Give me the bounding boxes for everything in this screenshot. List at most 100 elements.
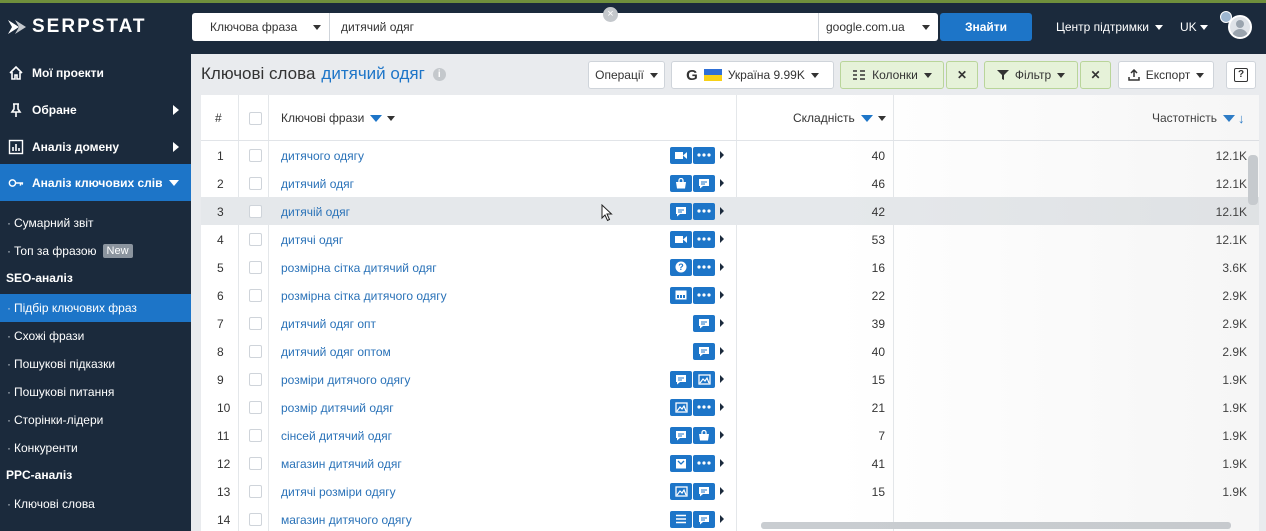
keyword-link[interactable]: магазин дитячого одягу: [281, 513, 412, 527]
keyword-link[interactable]: дитячий одяг: [281, 177, 354, 191]
sidebar-item-favorites[interactable]: Обране: [0, 91, 191, 128]
gallery-icon[interactable]: [693, 370, 715, 388]
table-row[interactable]: 1 дитячого одягу 40 12.1K: [201, 141, 1259, 169]
sidebar-item-ppc-keywords[interactable]: Ключові слова: [0, 490, 191, 518]
keyword-link[interactable]: розміри дитячого одягу: [281, 373, 410, 387]
image-icon[interactable]: [670, 286, 692, 304]
keyword-link[interactable]: розмірна сітка дитячого одягу: [281, 289, 447, 303]
row-checkbox[interactable]: [249, 513, 262, 526]
keyword-link[interactable]: розмірна сітка дитячий одяг: [281, 261, 437, 275]
table-row[interactable]: 12 магазин дитячий одяг 41 1.9K: [201, 449, 1259, 477]
filter-icon[interactable]: [370, 114, 383, 122]
serpstat-logo[interactable]: SERPSTAT: [6, 15, 147, 39]
chevron-right-icon[interactable]: [720, 459, 724, 467]
chat-icon[interactable]: [670, 426, 692, 444]
chevron-right-icon[interactable]: [720, 179, 724, 187]
keyword-link[interactable]: дитячі одяг: [281, 233, 343, 247]
table-row[interactable]: 2 дитячий одяг 46 12.1K: [201, 169, 1259, 197]
table-row[interactable]: 5 розмірна сітка дитячий одяг ? 16 3.6K: [201, 253, 1259, 281]
operations-button[interactable]: Операції: [588, 61, 665, 89]
sidebar-item-search-suggestions[interactable]: Пошукові підказки: [0, 350, 191, 378]
row-checkbox[interactable]: [249, 401, 262, 414]
video-icon[interactable]: [670, 146, 692, 164]
table-row[interactable]: 4 дитячі одяг 53 12.1K: [201, 225, 1259, 253]
horizontal-scrollbar[interactable]: [761, 522, 1231, 529]
filter-reset-button[interactable]: ✕: [1080, 61, 1111, 89]
keyword-link[interactable]: дитячого одягу: [281, 149, 364, 163]
language-select[interactable]: UK: [1180, 20, 1208, 34]
list-icon[interactable]: [670, 510, 692, 528]
keyword-link[interactable]: магазин дитячий одяг: [281, 457, 402, 471]
sidebar-item-projects[interactable]: Мої проекти: [0, 54, 191, 91]
select-all-checkbox[interactable]: [249, 112, 262, 125]
row-checkbox[interactable]: [249, 429, 262, 442]
table-row[interactable]: 6 розмірна сітка дитячого одягу 22 2.9K: [201, 281, 1259, 309]
more-dots-icon[interactable]: [693, 454, 715, 472]
chevron-down-icon[interactable]: [387, 115, 396, 121]
filter-icon[interactable]: [860, 114, 873, 122]
sidebar-item-top-pages[interactable]: Сторінки-лідери: [0, 406, 191, 434]
gallery-icon[interactable]: [670, 482, 692, 500]
chevron-right-icon[interactable]: [720, 487, 724, 495]
database-select[interactable]: google.com.ua: [818, 13, 938, 41]
search-input[interactable]: [330, 13, 818, 41]
row-checkbox[interactable]: [249, 457, 262, 470]
row-checkbox[interactable]: [249, 149, 262, 162]
table-row[interactable]: 9 розміри дитячого одягу 15 1.9K: [201, 365, 1259, 393]
more-dots-icon[interactable]: [693, 230, 715, 248]
chevron-right-icon[interactable]: [720, 291, 724, 299]
row-checkbox[interactable]: [249, 205, 262, 218]
more-dots-icon[interactable]: [693, 258, 715, 276]
export-button[interactable]: Експорт: [1118, 61, 1214, 89]
sidebar-item-competitors[interactable]: Конкуренти: [0, 434, 191, 462]
chevron-right-icon[interactable]: [720, 207, 724, 215]
chevron-right-icon[interactable]: [720, 515, 724, 523]
row-checkbox[interactable]: [249, 233, 262, 246]
info-icon[interactable]: i: [432, 67, 446, 81]
keyword-link[interactable]: дитячій одяг: [281, 205, 350, 219]
row-checkbox[interactable]: [249, 485, 262, 498]
chat-icon[interactable]: [693, 174, 715, 192]
chat-icon[interactable]: [670, 202, 692, 220]
row-checkbox[interactable]: [249, 177, 262, 190]
chat-icon[interactable]: [693, 342, 715, 360]
table-row[interactable]: 11 сінсей дитячий одяг 7 1.9K: [201, 421, 1259, 449]
search-type-select[interactable]: Ключова фраза: [192, 13, 330, 41]
chat-icon[interactable]: [693, 314, 715, 332]
keyword-link[interactable]: дитячий одяг оптом: [281, 345, 391, 359]
chevron-right-icon[interactable]: [720, 235, 724, 243]
chat-icon[interactable]: [670, 370, 692, 388]
sidebar-item-top-by-phrase[interactable]: Топ за фразою New: [0, 237, 191, 265]
vertical-scrollbar[interactable]: [1248, 155, 1258, 205]
keyword-link[interactable]: дитячі розміри одягу: [281, 485, 396, 499]
gallery-icon[interactable]: [670, 398, 692, 416]
header-difficulty[interactable]: Складність: [793, 95, 886, 141]
sidebar-item-search-questions[interactable]: Пошукові питання: [0, 378, 191, 406]
chevron-right-icon[interactable]: [720, 403, 724, 411]
row-checkbox[interactable]: [249, 373, 262, 386]
sidebar-item-keyword-selection[interactable]: Підбір ключових фраз: [0, 294, 191, 322]
more-dots-icon[interactable]: [693, 146, 715, 164]
row-checkbox[interactable]: [249, 345, 262, 358]
search-button[interactable]: Знайти: [940, 13, 1032, 41]
table-row[interactable]: 8 дитячий одяг оптом 40 2.9K: [201, 337, 1259, 365]
help-button[interactable]: ?: [1226, 61, 1256, 89]
header-frequency[interactable]: Частотність ↓: [1152, 95, 1244, 141]
more-dots-icon[interactable]: [693, 286, 715, 304]
more-dots-icon[interactable]: [693, 398, 715, 416]
chat-icon[interactable]: [693, 510, 715, 528]
sort-down-icon[interactable]: ↓: [1238, 111, 1245, 126]
chevron-right-icon[interactable]: [720, 151, 724, 159]
sidebar-item-similar-phrases[interactable]: Схожі фрази: [0, 322, 191, 350]
keyword-link[interactable]: сінсей дитячий одяг: [281, 429, 392, 443]
columns-button[interactable]: Колонки: [840, 61, 944, 89]
table-row[interactable]: 3 дитячій одяг 42 12.1K: [201, 197, 1259, 225]
table-row[interactable]: 10 розмір дитячий одяг 21 1.9K: [201, 393, 1259, 421]
keyword-link[interactable]: розмір дитячий одяг: [281, 401, 394, 415]
clear-search-icon[interactable]: ×: [603, 7, 618, 22]
row-checkbox[interactable]: [249, 317, 262, 330]
chevron-right-icon[interactable]: [720, 347, 724, 355]
header-keyword[interactable]: Ключові фрази: [281, 95, 396, 141]
columns-reset-button[interactable]: ✕: [946, 61, 978, 89]
table-row[interactable]: 13 дитячі розміри одягу 15 1.9K: [201, 477, 1259, 505]
